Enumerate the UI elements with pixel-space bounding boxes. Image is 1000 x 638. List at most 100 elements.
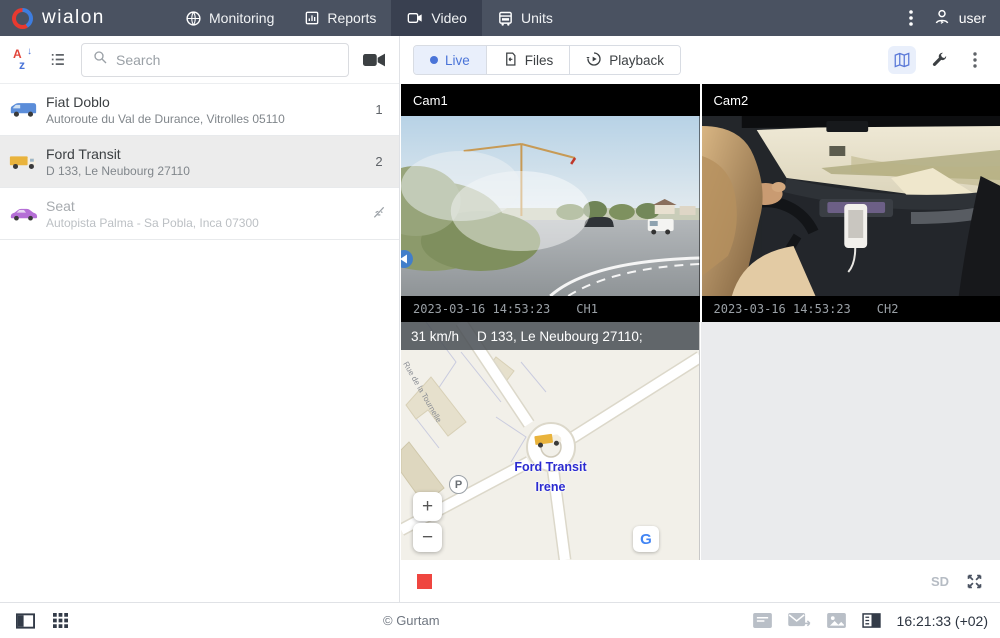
- camera-filter-icon[interactable]: [363, 52, 385, 68]
- media-gallery-icon[interactable]: [827, 613, 846, 628]
- unit-row-fiat-doblo[interactable]: Fiat Doblo Autoroute du Val de Durance, …: [0, 84, 399, 136]
- camera-1-video-feed[interactable]: [401, 116, 700, 296]
- reports-icon: [304, 10, 320, 26]
- marker-unit-name: Ford Transit: [401, 460, 700, 474]
- tab-live[interactable]: Live: [414, 46, 487, 74]
- camera-count-badge: 2: [359, 154, 399, 169]
- wialon-logo[interactable]: wialon: [0, 7, 170, 29]
- map-zoom-out-button[interactable]: −: [413, 523, 442, 552]
- camera-timestamp: 2023-03-16 14:53:23: [714, 302, 851, 316]
- stop-button[interactable]: [417, 574, 432, 589]
- log-panel-icon[interactable]: [862, 613, 881, 628]
- unit-name: Fiat Doblo: [46, 93, 359, 111]
- camera-count-badge: 1: [359, 102, 399, 117]
- unit-address: Autoroute du Val de Durance, Vitrolles 0…: [46, 111, 359, 127]
- file-icon: [503, 51, 518, 70]
- unit-name: Seat: [46, 197, 359, 215]
- unit-status-overlay: 31 km/h D 133, Le Neubourg 27110;: [401, 322, 699, 350]
- nav-tab-video[interactable]: Video: [391, 0, 482, 36]
- camera-title: Cam1: [401, 84, 700, 116]
- tab-files[interactable]: Files: [487, 46, 571, 74]
- camera-2-video-feed[interactable]: [702, 116, 1000, 296]
- sort-az-icon[interactable]: A↓z: [12, 49, 34, 71]
- map-zoom-in-button[interactable]: +: [413, 492, 442, 521]
- apps-grid-icon[interactable]: [53, 613, 68, 628]
- playback-icon: [586, 51, 602, 70]
- clock-label: 16:21:33 (+02): [897, 613, 988, 629]
- nav-label: Units: [521, 10, 553, 26]
- nav-label: Reports: [327, 10, 376, 26]
- empty-panel: [701, 322, 1000, 560]
- camera-panel-1[interactable]: Cam1: [401, 84, 700, 322]
- user-name: user: [959, 10, 986, 26]
- quality-selector[interactable]: SD: [931, 574, 949, 589]
- tab-playback[interactable]: Playback: [570, 46, 680, 74]
- google-logo[interactable]: G: [633, 526, 659, 552]
- video-toolbar: Live Files Playback: [401, 36, 1000, 84]
- search-icon: [92, 49, 108, 70]
- map-toggle-button[interactable]: [888, 46, 916, 74]
- tab-label: Files: [525, 53, 554, 68]
- unit-speed: 31 km/h: [411, 329, 459, 344]
- mini-map[interactable]: 31 km/h D 133, Le Neubourg 27110; Rue de…: [401, 322, 700, 560]
- unit-row-ford-transit[interactable]: Ford Transit D 133, Le Neubourg 27110 2: [0, 136, 399, 188]
- unit-location: D 133, Le Neubourg 27110;: [477, 329, 643, 344]
- search-box: [81, 43, 349, 77]
- units-sidebar: A↓z Fiat Doblo Autoroute du Val de Duran…: [0, 36, 400, 602]
- camera-channel: CH1: [576, 302, 598, 316]
- unit-address: Autopista Palma - Sa Pobla, Inca 07300: [46, 215, 359, 231]
- top-navbar: wialon Monitoring Reports Video Units us…: [0, 0, 1000, 36]
- bus-icon: [497, 10, 514, 27]
- bottom-status-bar: © Gurtam 16:21:33 (+02): [0, 602, 1000, 638]
- unit-row-seat[interactable]: Seat Autopista Palma - Sa Pobla, Inca 07…: [0, 188, 399, 240]
- no-signal-icon: [359, 204, 399, 223]
- notifications-icon[interactable]: [753, 613, 772, 628]
- fullscreen-icon[interactable]: [965, 572, 984, 591]
- list-view-icon[interactable]: [48, 51, 67, 68]
- settings-wrench-icon[interactable]: [926, 47, 952, 73]
- tab-label: Playback: [609, 53, 664, 68]
- street-scene-image: [401, 116, 700, 296]
- nav-tab-units[interactable]: Units: [482, 0, 568, 36]
- user-icon: [933, 8, 951, 29]
- control-bar-right: SD: [931, 572, 984, 591]
- statusbar-right: 16:21:33 (+02): [753, 613, 1000, 629]
- tab-label: Live: [445, 53, 470, 68]
- vehicle-icon-purple-car: [0, 204, 46, 223]
- unit-address: D 133, Le Neubourg 27110: [46, 163, 359, 179]
- camera-timestamp: 2023-03-16 14:53:23: [413, 302, 550, 316]
- search-input[interactable]: [116, 52, 338, 68]
- nav-label: Monitoring: [209, 10, 274, 26]
- statusbar-left: [0, 613, 68, 629]
- unit-name: Ford Transit: [46, 145, 359, 163]
- camera-osd: 2023-03-16 14:53:23 CH2: [702, 296, 1000, 322]
- camera-osd: 2023-03-16 14:53:23 CH1: [401, 296, 700, 322]
- video-control-bar: SD: [401, 560, 1000, 602]
- brand-name: wialon: [42, 7, 105, 29]
- video-mode-tabs: Live Files Playback: [413, 45, 681, 75]
- toolbar-right-icons: [888, 46, 988, 74]
- car-interior-image: [702, 116, 1000, 296]
- nav-tab-monitoring[interactable]: Monitoring: [170, 0, 289, 36]
- toggle-sidebar-icon[interactable]: [16, 613, 35, 629]
- vehicle-icon-blue-van: [0, 100, 46, 119]
- unit-map-marker[interactable]: [533, 430, 563, 454]
- marker-driver-name: Irene: [401, 480, 700, 494]
- sidebar-toolbar: A↓z: [0, 36, 399, 84]
- unit-info: Fiat Doblo Autoroute du Val de Durance, …: [46, 93, 359, 127]
- video-workspace: Live Files Playback Cam1: [401, 36, 1000, 602]
- camera-title: Cam2: [702, 84, 1000, 116]
- unit-info: Seat Autopista Palma - Sa Pobla, Inca 07…: [46, 197, 359, 231]
- nav-tab-reports[interactable]: Reports: [289, 0, 391, 36]
- more-options-icon[interactable]: [962, 47, 988, 73]
- navbar-right: user: [899, 6, 1000, 30]
- messages-icon[interactable]: [788, 613, 811, 628]
- copyright-label: © Gurtam: [383, 613, 440, 628]
- camera-channel: CH2: [877, 302, 899, 316]
- user-menu[interactable]: user: [933, 8, 986, 29]
- more-menu-icon[interactable]: [899, 6, 923, 30]
- live-dot-icon: [430, 56, 438, 64]
- camera-panel-2[interactable]: Cam2: [702, 84, 1000, 322]
- unit-info: Ford Transit D 133, Le Neubourg 27110: [46, 145, 359, 179]
- video-camera-icon: [406, 10, 424, 26]
